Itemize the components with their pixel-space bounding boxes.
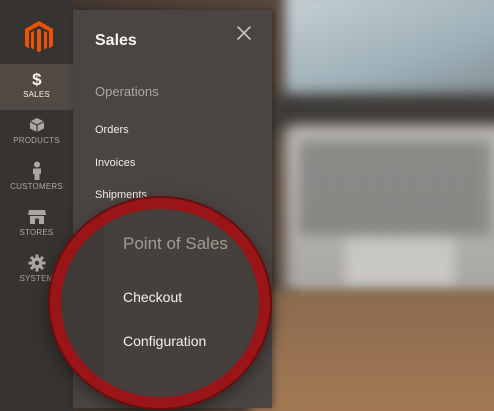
magento-logo-icon: [25, 21, 53, 53]
close-panel-button[interactable]: [233, 22, 255, 44]
nav-label-products: PRODUCTS: [13, 136, 60, 145]
store-icon: [0, 206, 73, 228]
laptop-screen-blur: [285, 0, 494, 100]
group-title-point-of-sales: Point of Sales: [123, 234, 228, 253]
menu-link-checkout[interactable]: Checkout: [123, 289, 182, 305]
svg-text:$: $: [32, 70, 42, 88]
magnifier-callout: Point of Sales Checkout Configuration: [50, 198, 270, 408]
nav-item-customers[interactable]: CUSTOMERS: [0, 156, 73, 202]
close-icon: [237, 26, 251, 40]
magento-logo[interactable]: [12, 14, 66, 60]
menu-link-invoices[interactable]: Invoices: [95, 157, 135, 169]
menu-link-orders[interactable]: Orders: [95, 124, 129, 136]
laptop-trackpad-blur: [345, 240, 455, 285]
nav-label-customers: CUSTOMERS: [10, 182, 63, 191]
person-icon: [0, 160, 73, 182]
nav-label-stores: STORES: [19, 228, 54, 237]
group-title-operations: Operations: [95, 84, 159, 99]
table-surface-blur: [250, 290, 494, 411]
nav-label-sales: SALES: [23, 90, 50, 99]
nav-item-stores[interactable]: STORES: [0, 202, 73, 248]
nav-item-sales[interactable]: $ SALES: [0, 64, 73, 110]
dollar-icon: $: [0, 68, 73, 90]
panel-title: Sales: [95, 32, 137, 49]
nav-item-products[interactable]: PRODUCTS: [0, 110, 73, 156]
laptop-keys-blur: [300, 140, 490, 235]
cube-icon: [0, 114, 73, 136]
menu-link-configuration[interactable]: Configuration: [123, 333, 206, 349]
